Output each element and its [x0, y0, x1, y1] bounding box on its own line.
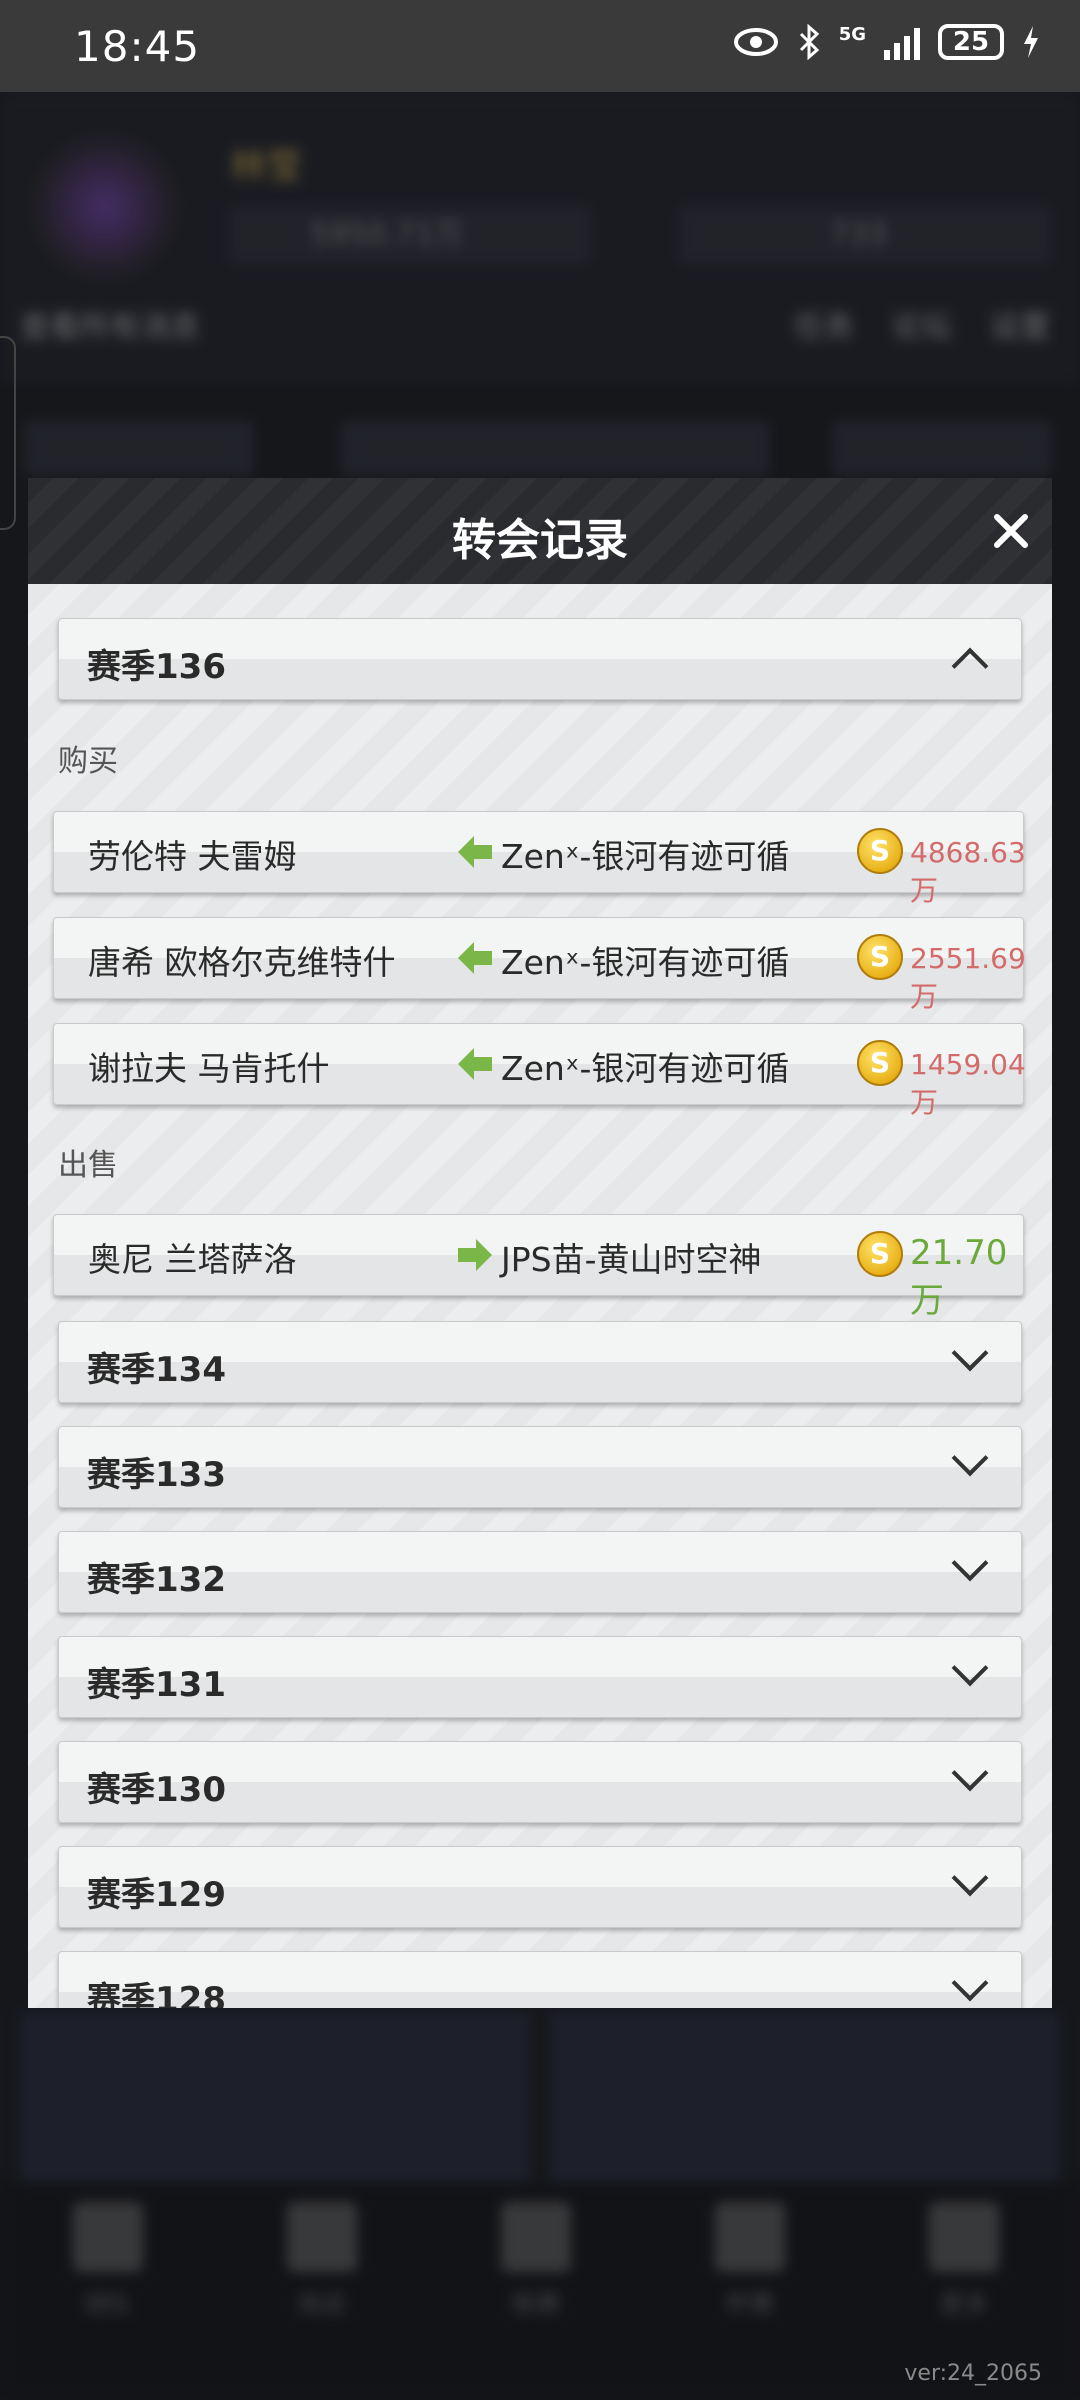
- player-name: 奥尼 兰塔萨洛: [88, 1240, 297, 1279]
- charging-icon: [1024, 26, 1038, 58]
- team-name: Zenˣ-银河有迹可循: [501, 943, 790, 982]
- version-label: ver:24_2065: [904, 2361, 1042, 2386]
- buy-section-label: 购买: [58, 744, 118, 779]
- modal-title: 转会记录: [452, 515, 628, 566]
- transfer-amount: 4868.63万: [910, 836, 1026, 907]
- clock: 18:45: [74, 22, 201, 71]
- sell-section-label: 出售: [58, 1148, 118, 1183]
- messages-link: 查看所有消息: [20, 310, 200, 345]
- transfer-record-buy: 劳伦特 夫雷姆 Zenˣ-银河有迹可循 S 4868.63万: [53, 811, 1026, 907]
- season-header[interactable]: 赛季130: [58, 1741, 1022, 1823]
- close-button[interactable]: [984, 504, 1038, 558]
- menu-item: 论坛: [891, 310, 952, 345]
- avatar: [30, 132, 180, 282]
- bg-chip: [834, 422, 1050, 474]
- transfer-record-sell: 奥尼 兰塔萨洛 JPS苗-黄山时空神 S 21.70万: [53, 1214, 1024, 1321]
- bluetooth-icon: [799, 24, 819, 60]
- arrow-right-icon: [458, 1239, 492, 1271]
- side-drawer-handle[interactable]: [0, 336, 16, 530]
- chevron-down-icon: [951, 1334, 989, 1372]
- team-name: Zenˣ-银河有迹可循: [501, 1049, 790, 1088]
- tab-shop: 商店: [282, 2202, 362, 2322]
- header-menu: 任务 论坛 设置: [794, 302, 1050, 346]
- player-name: 唐希 欧格尔克维特什: [88, 943, 396, 982]
- season-label: 赛季132: [87, 1560, 226, 1600]
- bg-chip: [26, 422, 252, 474]
- team-name: Zenˣ-银河有迹可循: [501, 837, 790, 876]
- season-header[interactable]: 赛季133: [58, 1426, 1022, 1508]
- status-icons: 5G 25: [733, 24, 1040, 60]
- modal-body: 赛季136 购买 劳伦特 夫雷姆 Zenˣ-银河有迹可循 S 4868.63万 …: [28, 584, 1052, 2008]
- modal-header: 转会记录: [28, 478, 1052, 584]
- menu-item: 任务: [793, 310, 854, 345]
- menu-item: 设置: [990, 310, 1050, 345]
- status-bar: 18:45 5G 25: [0, 0, 1080, 92]
- tab-team: 球队: [68, 2202, 148, 2322]
- season-label: 赛季134: [87, 1350, 226, 1390]
- coin-icon: S: [857, 828, 903, 874]
- tab-cup: 杯赛: [710, 2202, 790, 2322]
- chevron-down-icon: [951, 1439, 989, 1477]
- arrow-left-icon: [458, 942, 492, 974]
- season-header[interactable]: 赛季131: [58, 1636, 1022, 1718]
- transfer-amount: 21.70万: [910, 1233, 1008, 1321]
- coin-balance: 5950.71万: [230, 207, 590, 263]
- battery-icon: 25: [938, 24, 1004, 60]
- transfer-record-buy: 谢拉夫 马肯托什 Zenˣ-银河有迹可循 S 1459.04万: [53, 1023, 1026, 1119]
- bg-chip: [342, 422, 768, 474]
- season-label: 赛季128: [87, 1980, 226, 2008]
- season-label: 赛季129: [87, 1875, 226, 1915]
- season-header[interactable]: 赛季132: [58, 1531, 1022, 1613]
- chevron-down-icon: [951, 1649, 989, 1687]
- chevron-down-icon: [951, 1964, 989, 2002]
- network-label: 5G: [838, 24, 866, 45]
- tab-more: 更多: [924, 2202, 1004, 2322]
- close-icon: [994, 514, 1028, 548]
- season-label: 赛季130: [87, 1770, 226, 1810]
- transfer-record-modal: 转会记录 赛季136 购买 劳伦特 夫雷姆 Zenˣ-银河有迹可循 S 4868…: [28, 478, 1052, 2008]
- coin-icon: S: [857, 1231, 903, 1277]
- season-label: 赛季133: [87, 1455, 226, 1495]
- chevron-down-icon: [951, 1754, 989, 1792]
- season-header[interactable]: 赛季129: [58, 1846, 1022, 1928]
- arrow-left-icon: [458, 1048, 492, 1080]
- gem-balance: 733: [680, 207, 1050, 263]
- season-header-expanded[interactable]: 赛季136: [58, 618, 1022, 700]
- player-name: 林莹: [230, 146, 303, 187]
- coin-icon: S: [857, 1040, 903, 1086]
- player-name: 劳伦特 夫雷姆: [88, 837, 297, 876]
- season-header[interactable]: 赛季134: [58, 1321, 1022, 1403]
- season-label: 赛季136: [87, 647, 226, 687]
- chevron-down-icon: [951, 1544, 989, 1582]
- chevron-down-icon: [951, 1859, 989, 1897]
- player-name: 谢拉夫 马肯托什: [88, 1049, 330, 1088]
- signal-icon: [884, 24, 920, 60]
- season-header[interactable]: 赛季128: [58, 1951, 1022, 2008]
- transfer-record-buy: 唐希 欧格尔克维特什 Zenˣ-银河有迹可循 S 2551.69万: [53, 917, 1026, 1013]
- coin-icon: S: [857, 934, 903, 980]
- season-label: 赛季131: [87, 1665, 226, 1705]
- transfer-amount: 2551.69万: [910, 942, 1026, 1013]
- chevron-up-icon: [951, 647, 989, 685]
- transfer-amount: 1459.04万: [910, 1048, 1026, 1119]
- arrow-left-icon: [458, 836, 492, 868]
- tab-league: 联赛: [496, 2202, 576, 2322]
- team-name: JPS苗-黄山时空神: [501, 1240, 762, 1279]
- eye-icon: [733, 28, 778, 56]
